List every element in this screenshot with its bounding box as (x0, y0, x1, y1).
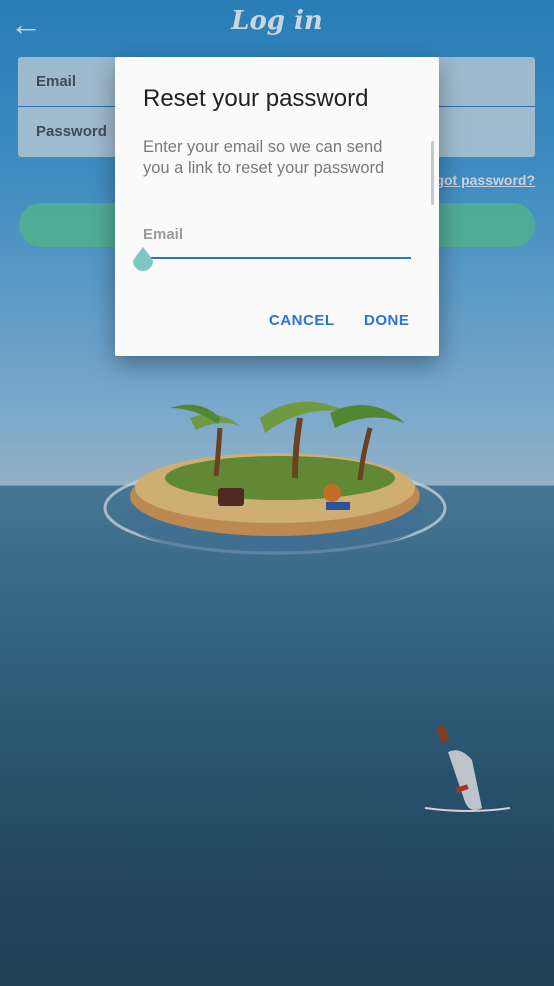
email-input-label: Email (143, 226, 184, 243)
dialog-message: Enter your email so we can send you a li… (143, 138, 385, 177)
done-button[interactable]: DONE (364, 312, 409, 329)
email-input[interactable] (143, 245, 411, 259)
dialog-title: Reset your password (143, 85, 369, 112)
reset-password-dialog: Reset your password Enter your email so … (115, 57, 439, 356)
text-cursor-handle-icon[interactable] (131, 245, 155, 273)
cancel-button[interactable]: CANCEL (269, 312, 335, 329)
dialog-scrollbar[interactable] (431, 141, 434, 205)
